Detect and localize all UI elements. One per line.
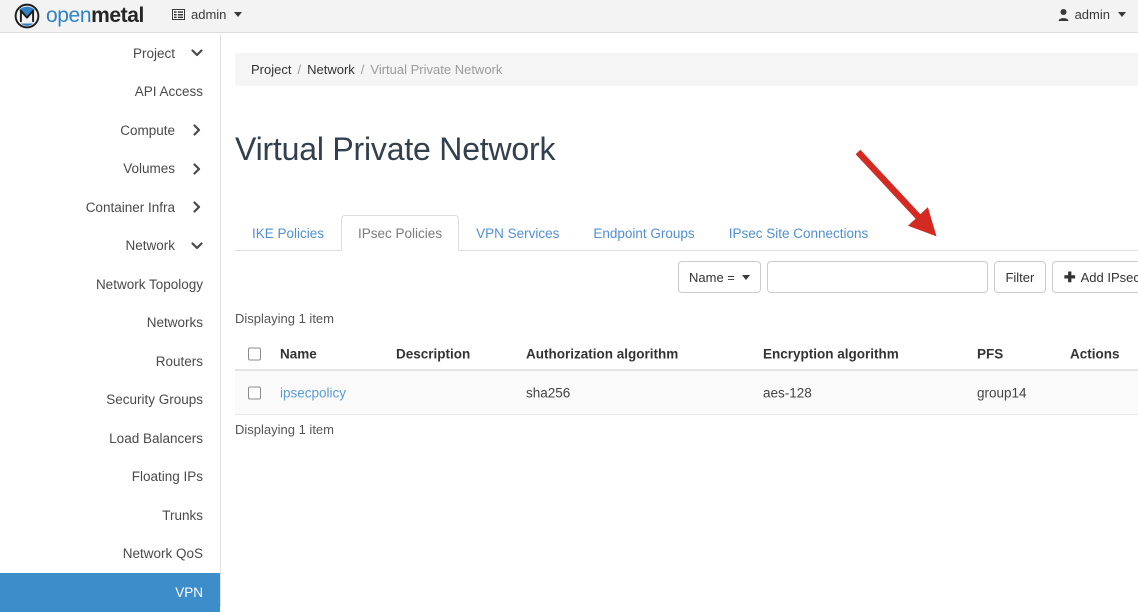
user-menu[interactable]: admin	[1058, 7, 1126, 22]
add-ipsec-policy-button[interactable]: ✚ Add IPsec Policy	[1051, 261, 1138, 293]
breadcrumb-link[interactable]: Network	[307, 62, 355, 77]
ipsec-policy-link[interactable]: ipsecpolicy	[280, 385, 346, 400]
add-ipsec-policy-label: Add IPsec Policy	[1080, 269, 1138, 285]
column-header: Authorization algorithm	[526, 346, 679, 362]
sidebar-item-label: VPN	[175, 584, 203, 600]
tab-ipsec-policies[interactable]: IPsec Policies	[341, 215, 460, 251]
cell-pfs: group14	[977, 385, 1027, 400]
sidebar: Project API Access Compute Volumes Container…	[0, 34, 221, 612]
sidebar-item-label: Floating IPs	[131, 469, 203, 485]
brand-text-open: open	[46, 4, 92, 27]
chevron-down-icon	[1118, 12, 1126, 17]
openmetal-logo-icon	[14, 3, 40, 29]
sidebar-item-label: Network Topology	[95, 276, 203, 292]
sidebar-item-networks[interactable]: Networks	[0, 304, 220, 343]
chevron-right-icon	[193, 124, 201, 136]
sidebar-item-network-topology[interactable]: Network Topology	[0, 265, 220, 304]
user-menu-label: admin	[1074, 7, 1110, 22]
sidebar-item-label: Network QoS	[122, 546, 203, 562]
column-header: Description	[396, 346, 471, 362]
sidebar-item-label: Network	[125, 238, 175, 254]
main-content: Project / Network / Virtual Private Network …	[222, 34, 1138, 607]
sidebar-item-floating-ips[interactable]: Floating IPs	[0, 458, 220, 497]
filter-button[interactable]: Filter	[993, 261, 1046, 293]
tab-ipsec-site-connections[interactable]: IPsec Site Connections	[712, 215, 886, 251]
filter-field-select-label: Name =	[689, 269, 735, 285]
column-header: PFS	[977, 346, 1004, 362]
context-switcher-label: admin	[191, 7, 227, 22]
sidebar-item-project[interactable]: Project	[0, 34, 220, 73]
sidebar-item-label: Routers	[155, 353, 203, 369]
column-header: Encryption algorithm	[763, 346, 899, 362]
tab-label: IPsec Site Connections	[728, 225, 869, 241]
select-all-checkbox[interactable]	[248, 347, 261, 361]
sidebar-item-vpn[interactable]: VPN	[0, 573, 220, 612]
table-row: ipsecpolicy sha256 aes-128 group14	[235, 371, 1138, 415]
cell-authorization-algorithm: sha256	[526, 385, 571, 400]
breadcrumb-separator: /	[297, 62, 302, 77]
chevron-right-icon	[193, 201, 201, 213]
sidebar-item-security-groups[interactable]: Security Groups	[0, 381, 220, 420]
tab-bar: IKE Policies IPsec Policies VPN Services En…	[235, 215, 1138, 251]
tab-label: IKE Policies	[252, 225, 325, 241]
tab-label: IPsec Policies	[358, 225, 443, 241]
sidebar-item-label: Trunks	[162, 507, 203, 523]
sidebar-item-label: API Access	[134, 84, 203, 100]
sidebar-item-label: Compute	[120, 122, 175, 138]
page-title: Virtual Private Network	[235, 131, 556, 167]
chevron-down-icon	[191, 242, 203, 249]
cell-name: ipsecpolicy	[280, 385, 346, 400]
plus-icon: ✚	[1063, 268, 1076, 285]
breadcrumb-separator: /	[360, 62, 365, 77]
sidebar-item-load-balancers[interactable]: Load Balancers	[0, 419, 220, 458]
sidebar-item-network-qos[interactable]: Network QoS	[0, 535, 220, 574]
chevron-right-icon	[193, 163, 201, 175]
table-toolbar: Name = Filter ✚ Add IPsec Policy Delete …	[678, 261, 1138, 293]
user-icon	[1058, 8, 1068, 21]
sidebar-item-label: Container Infra	[85, 199, 175, 215]
top-navbar: openmetal admin admin	[0, 0, 1138, 33]
sidebar-item-api-access[interactable]: API Access	[0, 73, 220, 112]
brand-logo-link[interactable]: openmetal	[14, 3, 144, 29]
brand-text: openmetal	[46, 3, 144, 29]
cell-encryption-algorithm: aes-128	[763, 385, 812, 400]
column-header: Name	[280, 346, 317, 362]
sidebar-item-label: Networks	[146, 315, 203, 331]
table-header-row: Name Description Authorization algorithm En…	[235, 339, 1138, 371]
filter-search-input[interactable]	[766, 261, 988, 293]
context-switcher-admin[interactable]: admin	[172, 7, 243, 22]
sidebar-item-label: Volumes	[123, 161, 175, 177]
chevron-down-icon	[741, 274, 750, 280]
row-select-checkbox[interactable]	[248, 386, 261, 399]
chevron-down-icon	[234, 12, 243, 17]
sidebar-item-volumes[interactable]: Volumes	[0, 150, 220, 189]
list-icon	[172, 9, 185, 20]
displaying-count-top: Displaying 1 item	[235, 311, 334, 326]
chevron-down-icon	[191, 49, 203, 57]
displaying-count-bottom: Displaying 1 item	[235, 422, 334, 437]
tab-label: VPN Services	[476, 225, 560, 241]
sidebar-item-compute[interactable]: Compute	[0, 111, 220, 150]
column-header: Actions	[1070, 346, 1120, 362]
sidebar-item-label: Project	[132, 45, 175, 61]
tab-label: Endpoint Groups	[593, 225, 695, 241]
breadcrumb: Project / Network / Virtual Private Network	[235, 53, 1138, 86]
ipsec-policies-table: Name Description Authorization algorithm En…	[235, 339, 1138, 415]
sidebar-item-container-infra[interactable]: Container Infra	[0, 188, 220, 227]
sidebar-item-label: Security Groups	[106, 392, 203, 408]
tab-endpoint-groups[interactable]: Endpoint Groups	[576, 215, 711, 251]
brand-text-metal: metal	[91, 4, 144, 27]
sidebar-item-trunks[interactable]: Trunks	[0, 496, 220, 535]
sidebar-item-routers[interactable]: Routers	[0, 342, 220, 381]
tab-ike-policies[interactable]: IKE Policies	[235, 215, 341, 251]
breadcrumb-link[interactable]: Project	[251, 62, 291, 77]
breadcrumb-current: Virtual Private Network	[370, 62, 503, 77]
sidebar-item-network[interactable]: Network	[0, 227, 220, 266]
filter-field-select[interactable]: Name =	[678, 261, 761, 293]
tab-vpn-services[interactable]: VPN Services	[459, 215, 576, 251]
sidebar-item-label: Load Balancers	[109, 430, 203, 446]
